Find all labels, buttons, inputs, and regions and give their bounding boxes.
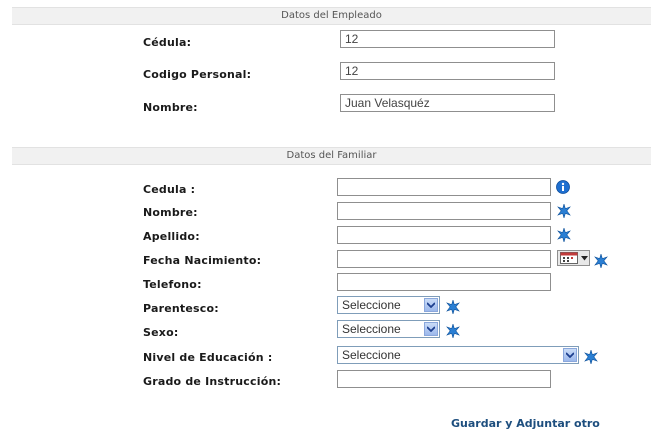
- empleado-codigo-field[interactable]: 12: [340, 62, 555, 80]
- chevron-down-icon[interactable]: [424, 322, 438, 336]
- familiar-nombre-input[interactable]: [337, 202, 551, 220]
- parentesco-select-value: Seleccione: [342, 298, 401, 312]
- familiar-telefono-input[interactable]: [337, 273, 551, 291]
- empleado-cedula-field[interactable]: 12: [340, 30, 555, 48]
- educacion-select-value: Seleccione: [342, 348, 401, 362]
- familiar-section-header: Datos del Familiar: [12, 147, 651, 165]
- required-star-icon: [446, 324, 460, 338]
- required-star-icon: [584, 350, 598, 364]
- familiar-fecha-input[interactable]: [337, 250, 551, 268]
- familiar-parentesco-label: Parentesco:: [143, 302, 219, 315]
- save-and-attach-link[interactable]: Guardar y Adjuntar otro: [451, 417, 600, 430]
- required-star-icon: [446, 300, 460, 314]
- familiar-educacion-label: Nivel de Educación :: [143, 351, 273, 364]
- empleado-cedula-label: Cédula:: [143, 36, 192, 49]
- familiar-nombre-label: Nombre:: [143, 206, 198, 219]
- familiar-sexo-label: Sexo:: [143, 326, 179, 339]
- required-star-icon: [557, 228, 571, 242]
- chevron-down-icon[interactable]: [563, 348, 577, 362]
- empleado-nombre-field[interactable]: Juan Velasquéz: [340, 94, 555, 112]
- familiar-grado-label: Grado de Instrucción:: [143, 375, 282, 388]
- empleado-codigo-label: Codigo Personal:: [143, 68, 252, 81]
- familiar-cedula-label: Cedula :: [143, 183, 196, 196]
- calendar-icon: [560, 252, 578, 264]
- sexo-select-value: Seleccione: [342, 322, 401, 336]
- sexo-select[interactable]: Seleccione: [337, 320, 440, 338]
- familiar-apellido-label: Apellido:: [143, 230, 200, 243]
- chevron-down-icon[interactable]: [424, 298, 438, 312]
- required-star-icon: [594, 254, 608, 268]
- calendar-button[interactable]: [557, 250, 590, 266]
- familiar-apellido-input[interactable]: [337, 226, 551, 244]
- familiar-grado-input[interactable]: [337, 370, 551, 388]
- required-star-icon: [557, 204, 571, 218]
- parentesco-select[interactable]: Seleccione: [337, 296, 440, 314]
- familiar-telefono-label: Telefono:: [143, 278, 202, 291]
- empleado-nombre-label: Nombre:: [143, 101, 198, 114]
- familiar-fecha-label: Fecha Nacimiento:: [143, 254, 262, 267]
- info-icon[interactable]: [556, 180, 570, 194]
- familiar-cedula-input[interactable]: [337, 178, 551, 196]
- chevron-down-icon: [581, 256, 588, 261]
- empleado-section-header: Datos del Empleado: [12, 7, 651, 25]
- educacion-select[interactable]: Seleccione: [337, 346, 579, 364]
